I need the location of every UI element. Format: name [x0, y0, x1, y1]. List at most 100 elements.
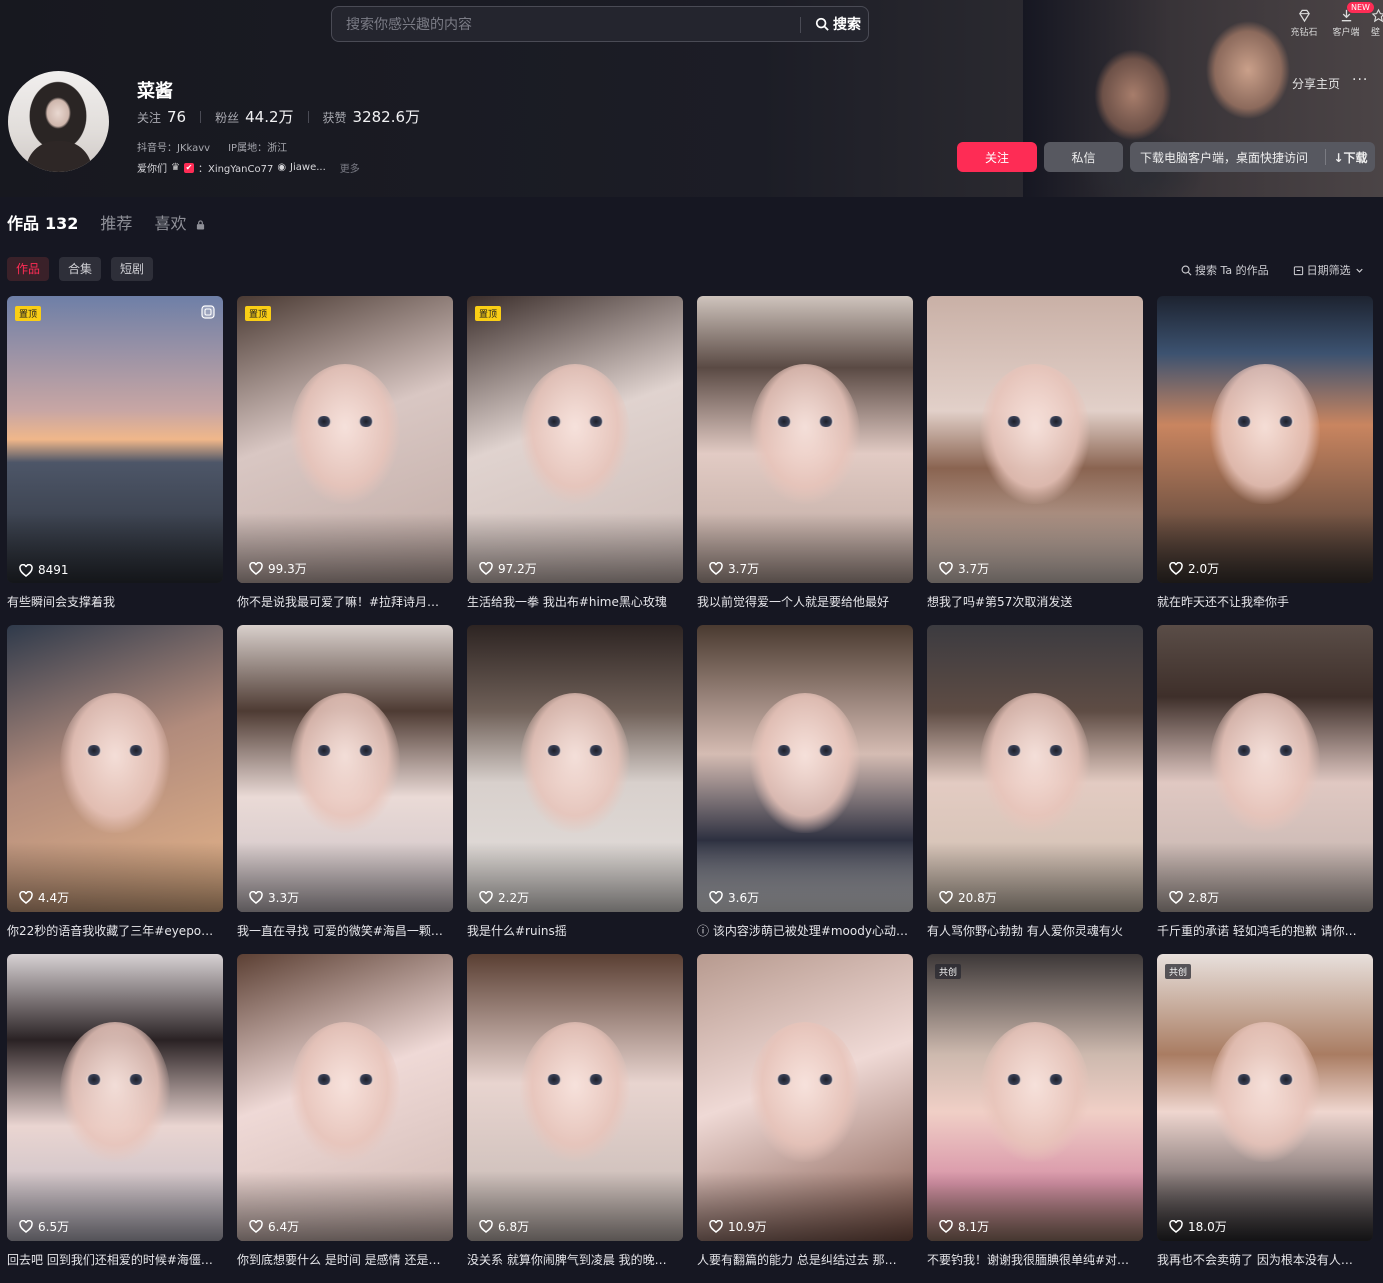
- video-card[interactable]: 10.9万人要有翻篇的能力 总是纠结过去 那…: [697, 954, 913, 1283]
- video-title[interactable]: 就在昨天还不让我牵你手: [1157, 593, 1369, 610]
- subtab-collections[interactable]: 合集: [59, 257, 102, 281]
- video-title[interactable]: 想我了吗#第57次取消发送: [927, 593, 1139, 610]
- video-grid: 置顶 8491 有些瞬间会支撑着我 置顶 99.3万 你不是说我最可爱了嘛！#拉拜诗月… 置…: [7, 296, 1373, 1283]
- video-card[interactable]: 2.0万就在昨天还不让我牵你手: [1157, 296, 1373, 625]
- video-title[interactable]: 不要钓我！谢谢我很腼腆很单纯#对…: [927, 1251, 1139, 1268]
- tab-likes[interactable]: 喜欢: [154, 210, 204, 234]
- video-title[interactable]: 我再也不会卖萌了 因为根本没有人…: [1157, 1251, 1369, 1268]
- video-card[interactable]: 6.4万你到底想要什么 是时间 是感情 还是…: [237, 954, 453, 1283]
- video-thumbnail[interactable]: 10.9万: [697, 954, 913, 1241]
- like-count-value: 99.3万: [268, 562, 307, 576]
- search-works-button[interactable]: 搜索 Ta 的作品: [1181, 262, 1269, 278]
- video-card[interactable]: 3.7万我以前觉得爱一个人就是要给他最好: [697, 296, 913, 625]
- video-thumbnail[interactable]: 共创 8.1万: [927, 954, 1143, 1241]
- bio-link[interactable]: Jiawe...: [290, 162, 326, 173]
- date-filter-button[interactable]: 日期筛选: [1293, 262, 1365, 278]
- subtab-short-dramas[interactable]: 短剧: [111, 257, 154, 281]
- video-title[interactable]: 我一直在寻找 可爱的微笑#海昌一颗…: [237, 922, 449, 939]
- video-title[interactable]: 千斤重的承诺 轻如鸿毛的抱歉 请你…: [1157, 922, 1369, 939]
- thumbnail-face: [750, 363, 860, 504]
- follow-button[interactable]: 关注: [957, 142, 1037, 172]
- recharge-diamond-button[interactable]: 充钻石: [1287, 4, 1321, 38]
- like-count: 8.1万: [939, 1218, 989, 1235]
- calendar-icon: [1293, 265, 1303, 275]
- video-title[interactable]: 回去吧 回到我们还相爱的时候#海僵…: [7, 1251, 219, 1268]
- video-title[interactable]: 你22秒的语音我收藏了三年#eyepo…: [7, 922, 219, 939]
- download-button[interactable]: ↓下载: [1326, 149, 1375, 166]
- video-title[interactable]: 没关系 就算你闹脾气到凌晨 我的晚…: [467, 1251, 679, 1268]
- video-title[interactable]: 你不是说我最可爱了嘛！#拉拜诗月…: [237, 593, 449, 610]
- subtab-works[interactable]: 作品: [7, 257, 50, 281]
- video-card[interactable]: 共创 8.1万不要钓我！谢谢我很腼腆很单纯#对…: [927, 954, 1143, 1283]
- video-title[interactable]: 你到底想要什么 是时间 是感情 还是…: [237, 1251, 449, 1268]
- video-card[interactable]: 2.2万我是什么#ruins摇: [467, 625, 683, 954]
- stat-following[interactable]: 关注 76: [137, 108, 186, 126]
- video-thumbnail[interactable]: 2.0万: [1157, 296, 1373, 583]
- video-thumbnail[interactable]: 6.8万: [467, 954, 683, 1241]
- message-button[interactable]: 私信: [1044, 142, 1123, 172]
- video-thumbnail[interactable]: 置顶 99.3万: [237, 296, 453, 583]
- tab-works[interactable]: 作品 132: [7, 210, 78, 234]
- video-card[interactable]: 置顶 97.2万生活给我一拳 我出布#hime黑心玫瑰: [467, 296, 683, 625]
- avatar[interactable]: [8, 71, 109, 172]
- video-card[interactable]: 3.3万我一直在寻找 可爱的微笑#海昌一颗…: [237, 625, 453, 954]
- like-count-value: 3.6万: [728, 891, 760, 905]
- client-download-button[interactable]: NEW 客户端: [1329, 2, 1374, 38]
- like-count-value: 2.0万: [1188, 562, 1220, 576]
- video-card[interactable]: 置顶 99.3万你不是说我最可爱了嘛！#拉拜诗月…: [237, 296, 453, 625]
- video-thumbnail[interactable]: 3.7万: [927, 296, 1143, 583]
- video-card[interactable]: 20.8万有人骂你野心勃勃 有人爱你灵魂有火: [927, 625, 1143, 954]
- stat-divider: [200, 110, 202, 123]
- video-title[interactable]: 生活给我一拳 我出布#hime黑心玫瑰: [467, 593, 679, 610]
- video-thumbnail[interactable]: 共创 18.0万: [1157, 954, 1373, 1241]
- desktop-client-banner[interactable]: 下载电脑客户端，桌面快捷访问 ↓下载: [1130, 142, 1375, 172]
- video-thumbnail[interactable]: 4.4万: [7, 625, 223, 912]
- thumbnail-face: [980, 692, 1090, 833]
- video-thumbnail[interactable]: 6.4万: [237, 954, 453, 1241]
- heart-icon: [479, 562, 493, 575]
- more-options-icon[interactable]: ···: [1352, 72, 1368, 88]
- video-title[interactable]: ⓘ 该内容涉萌已被处理#moody心动…: [697, 922, 909, 939]
- bio-more-link[interactable]: 更多: [340, 160, 360, 175]
- wallpaper-button[interactable]: 壁: [1371, 4, 1383, 38]
- bio-text: ：XingYanCo77: [197, 164, 274, 175]
- video-card[interactable]: 2.8万千斤重的承诺 轻如鸿毛的抱歉 请你…: [1157, 625, 1373, 954]
- stat-label: 粉丝: [215, 111, 240, 125]
- video-thumbnail[interactable]: 2.2万: [467, 625, 683, 912]
- video-card[interactable]: 3.7万想我了吗#第57次取消发送: [927, 296, 1143, 625]
- stat-value: 76: [167, 107, 187, 126]
- share-home-button[interactable]: 分享主页: [1292, 75, 1340, 92]
- heart-icon: [479, 891, 493, 904]
- like-count: 99.3万: [249, 560, 307, 577]
- search-button[interactable]: 搜索: [810, 7, 866, 41]
- like-count-value: 10.9万: [728, 1220, 767, 1234]
- video-card[interactable]: 6.8万没关系 就算你闹脾气到凌晨 我的晚…: [467, 954, 683, 1283]
- video-thumbnail[interactable]: 置顶 97.2万: [467, 296, 683, 583]
- thumbnail-face: [1210, 692, 1320, 833]
- video-title[interactable]: 有人骂你野心勃勃 有人爱你灵魂有火: [927, 922, 1139, 939]
- like-count: 4.4万: [19, 889, 69, 906]
- video-title[interactable]: 人要有翻篇的能力 总是纠结过去 那…: [697, 1251, 909, 1268]
- video-card[interactable]: 4.4万你22秒的语音我收藏了三年#eyepo…: [7, 625, 223, 954]
- heart-icon: [709, 562, 723, 575]
- video-thumbnail[interactable]: 6.5万: [7, 954, 223, 1241]
- stat-followers[interactable]: 粉丝 44.2万: [215, 106, 293, 127]
- video-thumbnail[interactable]: 3.7万: [697, 296, 913, 583]
- video-title[interactable]: 我以前觉得爱一个人就是要给他最好: [697, 593, 909, 610]
- video-title[interactable]: 有些瞬间会支撑着我: [7, 593, 219, 610]
- search-input[interactable]: [344, 7, 798, 43]
- video-card[interactable]: 3.6万 ⓘ 该内容涉萌已被处理#moody心动…: [697, 625, 913, 954]
- video-thumbnail[interactable]: 3.3万: [237, 625, 453, 912]
- video-thumbnail[interactable]: 2.8万: [1157, 625, 1373, 912]
- video-card[interactable]: 共创 18.0万我再也不会卖萌了 因为根本没有人…: [1157, 954, 1373, 1283]
- tab-recommend[interactable]: 推荐: [100, 210, 132, 234]
- tab-label: 喜欢: [154, 214, 187, 233]
- video-thumbnail[interactable]: 3.6万: [697, 625, 913, 912]
- video-card[interactable]: 置顶 8491 有些瞬间会支撑着我: [7, 296, 223, 625]
- video-thumbnail[interactable]: 20.8万: [927, 625, 1143, 912]
- video-title[interactable]: 我是什么#ruins摇: [467, 922, 679, 939]
- heart-icon: [479, 1220, 493, 1233]
- video-thumbnail[interactable]: 置顶 8491: [7, 296, 223, 583]
- search-bar[interactable]: 搜索: [331, 6, 869, 43]
- video-card[interactable]: 6.5万回去吧 回到我们还相爱的时候#海僵…: [7, 954, 223, 1283]
